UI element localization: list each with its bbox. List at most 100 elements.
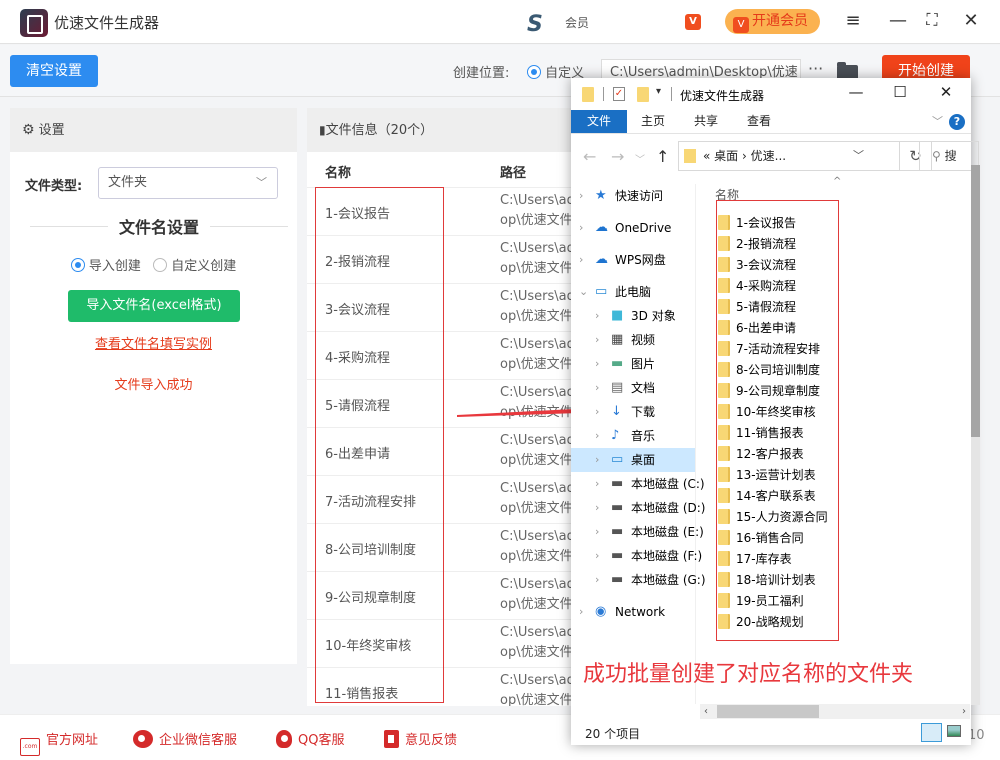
file-name: 5-请假流程 [325, 399, 390, 414]
details-view-icon[interactable] [921, 723, 942, 742]
tab-share[interactable]: 共享 [694, 110, 718, 133]
chevron-right-icon[interactable]: › [595, 352, 599, 376]
table-row[interactable]: 8-公司培训制度 C:\Users\ad op\优速文件 [307, 524, 587, 572]
app-title: 优速文件生成器 [54, 14, 160, 32]
recent-locations-icon[interactable]: ﹀ [635, 151, 645, 166]
expand-ribbon-icon[interactable]: ﹀ [932, 113, 943, 129]
fullscreen-icon[interactable]: ⛶ [921, 10, 943, 30]
nav-item[interactable]: › ▭ 桌面 [571, 448, 695, 472]
chevron-right-icon[interactable]: › [595, 376, 599, 400]
nav-item[interactable]: › ■ 3D 对象 [571, 304, 695, 328]
nav-item[interactable]: › ☁ WPS网盘 [571, 248, 695, 272]
nav-item[interactable]: › ▬ 本地磁盘 (C:) [571, 472, 705, 496]
more-button[interactable]: ··· [808, 59, 823, 78]
minimize-icon[interactable]: — [844, 83, 868, 101]
open-vip-button[interactable]: V 开通会员 [725, 9, 820, 34]
up-arrow-icon[interactable]: ↑ [656, 147, 669, 166]
nav-item[interactable]: › ▬ 本地磁盘 (D:) [571, 496, 705, 520]
back-arrow-icon[interactable]: ← [583, 147, 596, 166]
help-icon[interactable]: ? [949, 114, 965, 130]
nav-item[interactable]: › ▬ 本地磁盘 (G:) [571, 568, 706, 592]
chevron-right-icon[interactable]: › [579, 184, 583, 208]
wechat-service-link[interactable]: 企业微信客服 [133, 729, 237, 748]
table-row[interactable]: 4-采购流程 C:\Users\ad op\优速文件 [307, 332, 587, 380]
chevron-right-icon[interactable]: › [579, 248, 583, 272]
mode-custom-radio[interactable]: 自定义创建 [153, 258, 236, 274]
tab-file[interactable]: 文件 [571, 110, 627, 133]
chevron-right-icon[interactable]: › [579, 216, 583, 240]
clear-settings-button[interactable]: 清空设置 [10, 55, 98, 87]
new-folder-icon[interactable] [637, 87, 649, 102]
nav-item[interactable]: › ▬ 本地磁盘 (F:) [571, 544, 702, 568]
feedback-link[interactable]: 意见反馈 [384, 729, 457, 748]
table-row[interactable]: 11-销售报表 C:\Users\ad op\优速文件 [307, 668, 587, 706]
customize-toolbar-icon[interactable]: ▾ [656, 86, 661, 97]
nav-item[interactable]: › ▦ 视频 [571, 328, 695, 352]
close-icon[interactable]: ✕ [960, 10, 982, 31]
chevron-right-icon[interactable]: › [595, 424, 599, 448]
nav-item[interactable]: › ▬ 图片 [571, 352, 695, 376]
chevron-right-icon[interactable]: › [595, 328, 599, 352]
table-row[interactable]: 3-会议流程 C:\Users\ad op\优速文件 [307, 284, 587, 332]
tab-view[interactable]: 查看 [747, 110, 771, 133]
table-row[interactable]: 10-年终奖审核 C:\Users\ad op\优速文件 [307, 620, 587, 668]
view-example-link[interactable]: 查看文件名填写实例 [10, 333, 297, 352]
nav-item[interactable]: › ♪ 音乐 [571, 424, 695, 448]
breadcrumb-desktop[interactable]: 桌面 [714, 149, 738, 163]
scroll-thumb[interactable] [717, 705, 819, 718]
chevron-down-icon[interactable]: ﹀ [853, 142, 864, 170]
import-filenames-button[interactable]: 导入文件名(excel格式) [68, 290, 240, 322]
breadcrumb-current[interactable]: 优速... [751, 149, 786, 163]
hamburger-icon[interactable]: ≡ [842, 10, 864, 31]
mode-radio-group: 导入创建 自定义创建 [10, 255, 297, 274]
chevron-right-icon[interactable]: › [595, 520, 599, 544]
vertical-scrollbar[interactable] [971, 165, 980, 705]
chevron-right-icon[interactable]: › [595, 472, 599, 496]
search-input[interactable]: ⚲ 搜 [919, 141, 979, 171]
nav-item[interactable]: › ☁ OneDrive [571, 216, 695, 240]
nav-item[interactable]: ⌄ ▭ 此电脑 [571, 280, 695, 304]
chevron-right-icon[interactable]: › [595, 400, 599, 424]
gear-icon: ⚙ [22, 122, 35, 138]
file-path: C:\Users\ad op\优速文件 [500, 527, 575, 567]
file-type-select[interactable]: 文件夹 ﹀ [98, 167, 278, 199]
mode-import-radio[interactable]: 导入创建 [70, 258, 141, 274]
chevron-down-icon[interactable]: ⌄ [579, 280, 588, 304]
table-row[interactable]: 2-报销流程 C:\Users\ad op\优速文件 [307, 236, 587, 284]
chevron-right-icon[interactable]: › [595, 448, 599, 472]
properties-icon[interactable]: ✓ [613, 87, 625, 101]
chevron-right-icon[interactable]: › [595, 304, 599, 328]
large-icons-view-icon[interactable] [947, 725, 961, 737]
table-row[interactable]: 7-活动流程安排 C:\Users\ad op\优速文件 [307, 476, 587, 524]
breadcrumb-overflow[interactable]: « [703, 149, 710, 163]
chevron-right-icon[interactable]: › [595, 496, 599, 520]
nav-item[interactable]: › ↓ 下载 [571, 400, 695, 424]
tab-home[interactable]: 主页 [641, 110, 665, 133]
horizontal-scrollbar[interactable]: ‹ › [700, 704, 970, 719]
table-row[interactable]: 6-出差申请 C:\Users\ad op\优速文件 [307, 428, 587, 476]
nav-item[interactable]: › ▤ 文档 [571, 376, 695, 400]
maximize-icon[interactable]: ☐ [888, 83, 912, 101]
chevron-right-icon[interactable]: › [579, 600, 583, 624]
close-icon[interactable]: ✕ [934, 83, 958, 101]
scroll-left-icon[interactable]: ‹ [704, 704, 708, 719]
nav-item-label: 下载 [631, 405, 656, 419]
nav-item[interactable]: › ▬ 本地磁盘 (E:) [571, 520, 704, 544]
open-vip-label: 开通会员 [752, 13, 808, 29]
scroll-thumb[interactable] [971, 165, 980, 437]
qq-service-link[interactable]: QQ客服 [276, 729, 344, 748]
nav-item[interactable]: › ★ 快速访问 [571, 184, 695, 208]
scroll-right-icon[interactable]: › [962, 704, 966, 719]
forward-arrow-icon[interactable]: → [611, 147, 624, 166]
navigation-pane: › ★ 快速访问 › ☁ OneDrive › ☁ WPS网盘 ⌄ ▭ 此电脑 › ■ … [571, 184, 706, 704]
chevron-right-icon[interactable]: › [595, 544, 599, 568]
vip-badge-icon[interactable]: V [685, 14, 701, 30]
official-site-link[interactable]: .com 官方网址 [20, 729, 98, 756]
chevron-right-icon[interactable]: › [595, 568, 599, 592]
table-row[interactable]: 1-会议报告 C:\Users\ad op\优速文件 [307, 188, 587, 236]
file-table-body: 1-会议报告 C:\Users\ad op\优速文件 2-报销流程 C:\Users… [307, 188, 587, 706]
address-bar[interactable]: « 桌面 › 优速... ﹀ [678, 141, 900, 171]
table-row[interactable]: 9-公司规章制度 C:\Users\ad op\优速文件 [307, 572, 587, 620]
nav-item[interactable]: › ◉ Network [571, 600, 695, 624]
minimize-icon[interactable]: — [887, 10, 909, 31]
